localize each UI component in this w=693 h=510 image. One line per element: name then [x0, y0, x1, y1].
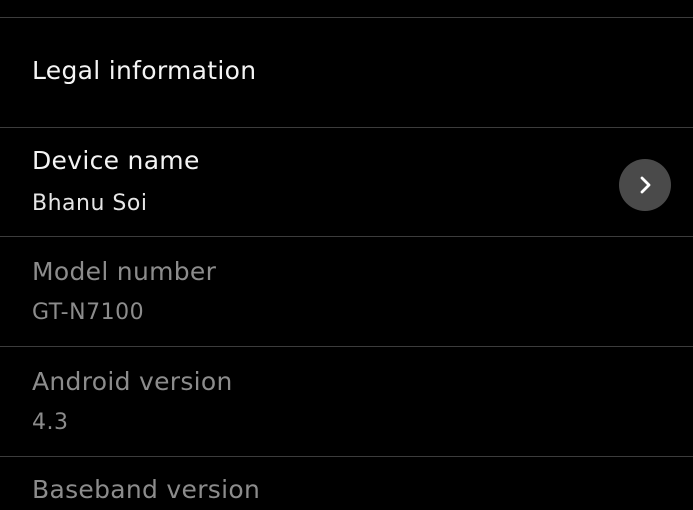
- chevron-right-icon[interactable]: [619, 159, 671, 211]
- item-title: Model number: [32, 257, 217, 286]
- settings-item-android-version: Android version 4.3: [0, 347, 693, 456]
- settings-item-baseband-version: Baseband version: [0, 457, 693, 510]
- item-title: Android version: [32, 367, 233, 396]
- item-title: Baseband version: [32, 475, 261, 504]
- item-value: GT-N7100: [32, 300, 145, 325]
- settings-item-legal-information[interactable]: Legal information: [0, 18, 693, 127]
- item-value: 4.3: [32, 410, 69, 435]
- settings-item-model-number: Model number GT-N7100: [0, 237, 693, 346]
- item-value: Bhanu Soi: [32, 191, 148, 216]
- settings-item-device-name[interactable]: Device name Bhanu Soi: [0, 128, 693, 236]
- item-title: Device name: [32, 146, 200, 175]
- item-title: Legal information: [32, 56, 257, 85]
